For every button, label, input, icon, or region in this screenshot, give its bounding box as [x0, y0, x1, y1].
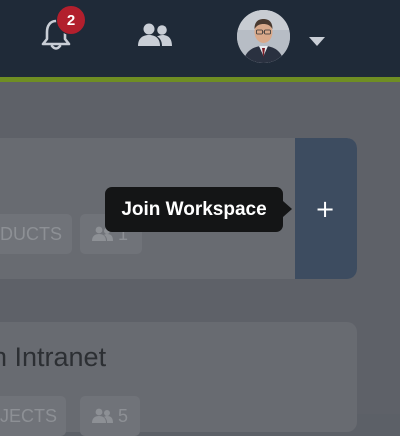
chevron-down-icon[interactable] [309, 33, 325, 46]
users-icon[interactable] [137, 22, 173, 50]
top-navigation-bar: 2 [0, 0, 400, 77]
members-chip-count: 5 [118, 405, 129, 426]
projects-chip-label: JECTS [0, 405, 58, 426]
join-workspace-tooltip: Join Workspace [105, 187, 283, 232]
products-chip-label: DUCTS [0, 223, 62, 244]
members-chip[interactable]: 5 [80, 396, 140, 436]
notification-badge: 2 [56, 5, 86, 35]
workspace-title[interactable]: n Intranet [0, 342, 292, 373]
add-icon[interactable]: + [312, 196, 338, 222]
products-chip[interactable]: DUCTS [0, 214, 72, 254]
avatar[interactable] [237, 10, 290, 63]
tooltip-arrow [283, 201, 292, 217]
projects-chip[interactable]: JECTS [0, 396, 66, 436]
users-icon [92, 408, 113, 423]
